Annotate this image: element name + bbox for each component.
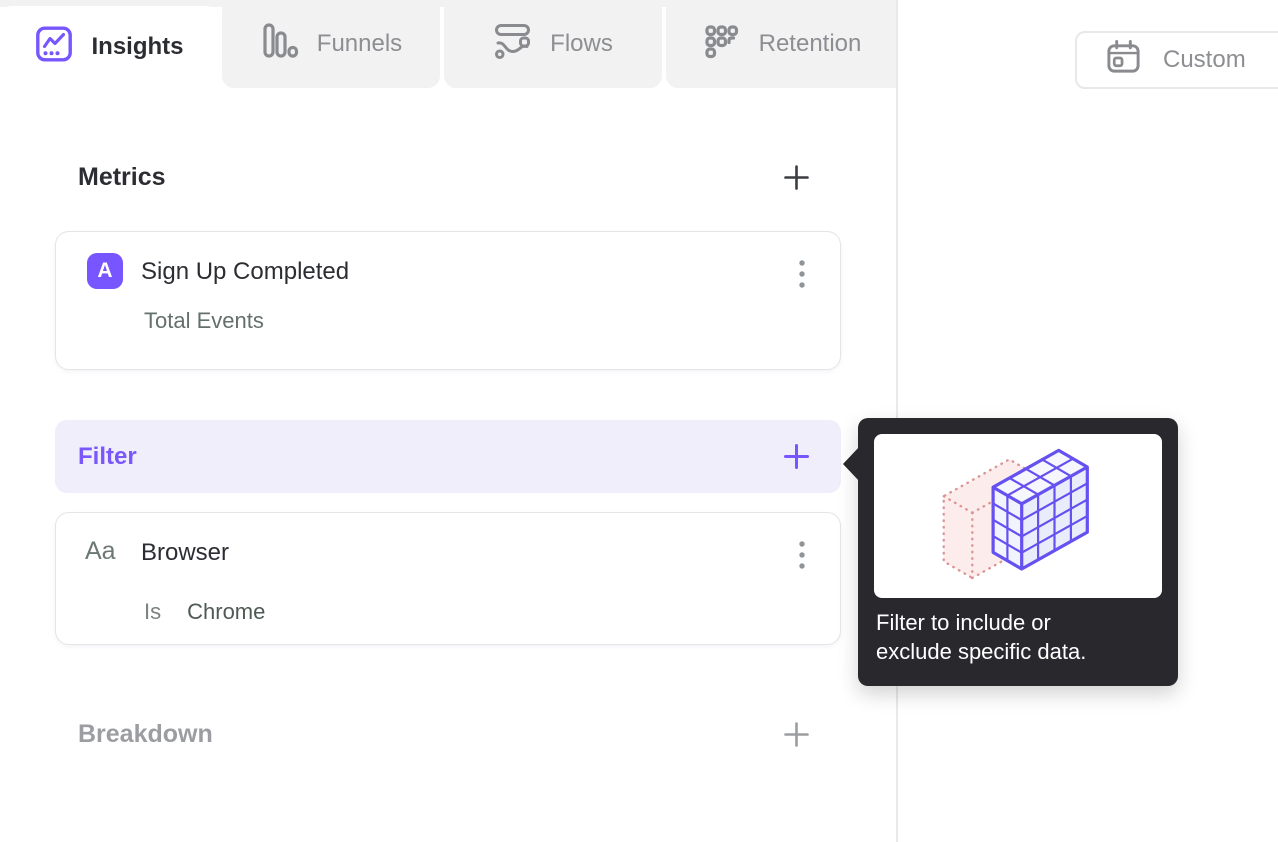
plus-icon xyxy=(784,721,809,747)
tab-funnels[interactable]: Funnels xyxy=(222,0,440,88)
flow-stream-icon xyxy=(493,21,533,68)
calendar-icon xyxy=(1105,38,1142,82)
tab-retention[interactable]: Retention xyxy=(666,0,897,88)
add-filter-button[interactable] xyxy=(783,443,810,470)
filter-tooltip: Filter to include or exclude specific da… xyxy=(843,418,1178,686)
line-chart-icon xyxy=(34,24,74,71)
date-range-custom-button[interactable]: Custom xyxy=(1075,31,1278,89)
tab-label: Flows xyxy=(550,30,613,57)
tab-label: Insights xyxy=(91,33,184,60)
filter-header-row[interactable]: Filter xyxy=(55,420,841,493)
tab-label: Retention xyxy=(758,30,862,57)
add-breakdown-button[interactable] xyxy=(783,721,810,748)
dot-grid-icon xyxy=(702,21,742,68)
date-range-label: Custom xyxy=(1163,46,1246,73)
add-metric-button[interactable] xyxy=(783,164,810,191)
metric-menu-button[interactable] xyxy=(788,258,816,292)
filter-menu-button[interactable] xyxy=(788,539,816,573)
tooltip-line-2: exclude specific data. xyxy=(876,639,1087,664)
tooltip-caret-icon xyxy=(843,446,860,482)
metric-letter-badge: A xyxy=(87,253,123,289)
filter-card[interactable]: Aa Browser Is Chrome xyxy=(55,512,841,645)
metric-aggregation[interactable]: Total Events xyxy=(144,308,264,334)
plus-icon xyxy=(784,164,809,190)
analytics-screen: Funnels Flows Retention Insights Custom … xyxy=(0,0,1278,842)
filter-header: Filter xyxy=(78,442,137,470)
kebab-icon xyxy=(799,260,805,288)
tab-flows[interactable]: Flows xyxy=(444,0,662,88)
tab-insights[interactable]: Insights xyxy=(0,6,218,88)
metrics-header-row: Metrics xyxy=(55,152,841,202)
funnel-bars-icon xyxy=(260,21,300,68)
plus-icon xyxy=(784,444,809,469)
breakdown-header: Breakdown xyxy=(78,719,213,748)
metric-event-name: Sign Up Completed xyxy=(141,258,350,285)
isometric-cube-grid-icon xyxy=(942,448,1089,580)
filter-value[interactable]: Chrome xyxy=(187,599,265,625)
tooltip-text: Filter to include or exclude specific da… xyxy=(876,608,1086,666)
kebab-icon xyxy=(799,541,805,569)
tooltip-line-1: Filter to include or xyxy=(876,610,1051,635)
filter-operator[interactable]: Is xyxy=(144,599,161,625)
filter-condition: Is Chrome xyxy=(144,599,265,625)
text-property-icon: Aa xyxy=(85,537,116,565)
metrics-header: Metrics xyxy=(78,162,166,191)
breakdown-header-row: Breakdown xyxy=(55,708,841,760)
tab-label: Funnels xyxy=(316,30,403,57)
tooltip-illustration xyxy=(874,434,1162,598)
metric-card[interactable]: A Sign Up Completed Total Events xyxy=(55,231,841,370)
filter-property-name: Browser xyxy=(141,539,230,566)
